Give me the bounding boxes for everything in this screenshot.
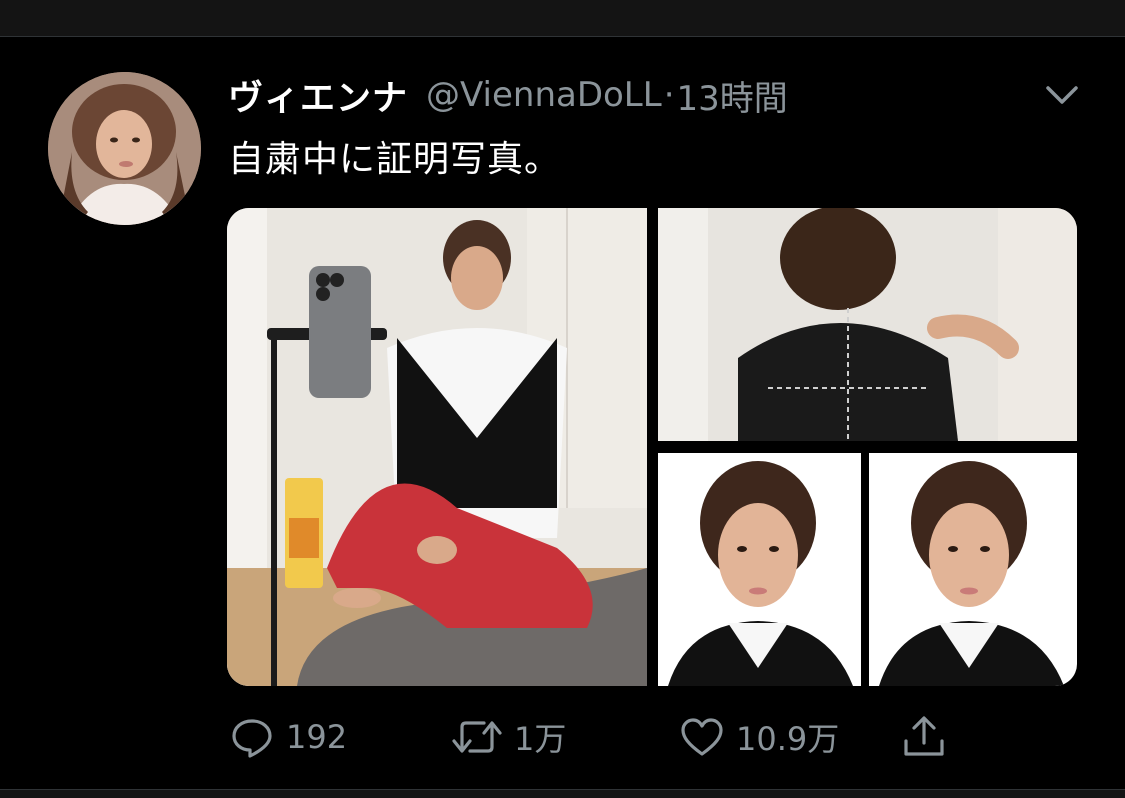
top-divider [0, 0, 1125, 37]
photo-back-view-vest[interactable] [658, 208, 1077, 441]
reply-button[interactable]: 192 [228, 712, 347, 762]
speech-bubble-icon [232, 719, 272, 758]
tweet-actions: 192 1万 10.9万 [228, 712, 988, 762]
tweet-header: ヴィエンナ @ViennaDoLL · 13時間 [228, 70, 788, 120]
media-grid [227, 208, 1077, 686]
tweet-text: 自粛中に証明写真。 [228, 139, 562, 180]
share-button[interactable] [900, 712, 948, 762]
chevron-down-icon[interactable] [1040, 78, 1084, 112]
share-upload-icon [904, 716, 944, 756]
retweet-button[interactable]: 1万 [450, 712, 566, 762]
separator-dot: · [663, 75, 675, 115]
avatar[interactable] [48, 72, 201, 225]
avatar-photo [48, 72, 201, 225]
like-button[interactable]: 10.9万 [678, 712, 839, 762]
retweet-count: 1万 [514, 720, 567, 758]
retweet-arrows-icon [452, 721, 502, 753]
photo-seated-with-tripod[interactable] [227, 208, 647, 686]
display-name[interactable]: ヴィエンナ [228, 70, 408, 121]
like-count: 10.9万 [736, 720, 840, 758]
timestamp[interactable]: 13時間 [677, 71, 788, 120]
reply-count: 192 [286, 718, 348, 756]
heart-icon [681, 718, 723, 756]
photo-id-portraits[interactable] [658, 453, 1077, 686]
user-handle[interactable]: @ViennaDoLL [426, 75, 662, 115]
